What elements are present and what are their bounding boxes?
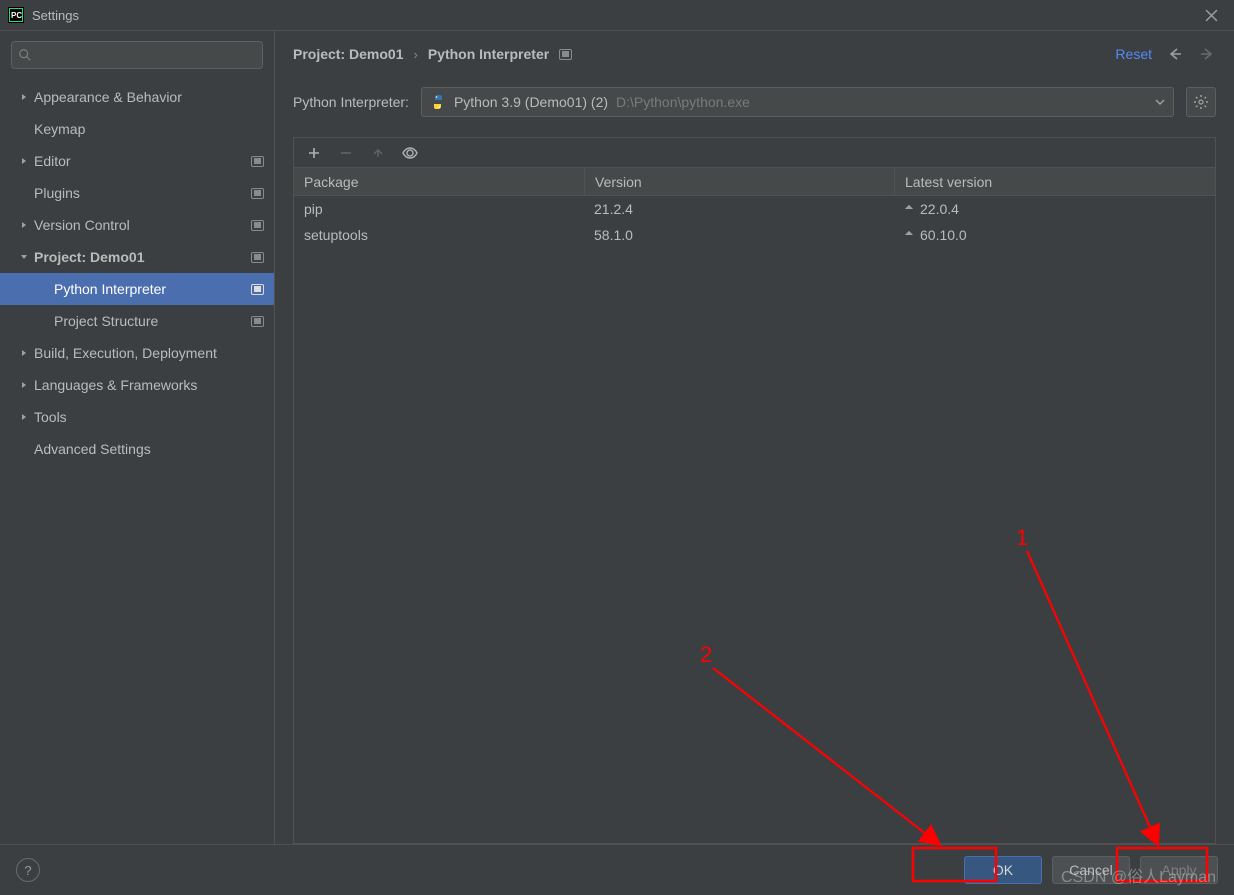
ok-button[interactable]: OK [964,856,1042,884]
sidebar-item-label: Keymap [34,121,264,137]
close-button[interactable] [1196,0,1226,30]
upgrade-package-button[interactable] [370,145,386,161]
nav-forward-button[interactable] [1198,45,1216,63]
reset-link[interactable]: Reset [1115,46,1152,62]
packages-panel: Package Version Latest version pip21.2.4… [293,137,1216,844]
breadcrumb-page: Python Interpreter [428,46,549,62]
interpreter-gear-button[interactable] [1186,87,1216,117]
sidebar-item-languages-frameworks[interactable]: Languages & Frameworks [0,369,274,401]
package-version: 58.1.0 [584,227,894,243]
package-row[interactable]: pip21.2.422.0.4 [294,196,1215,222]
package-name: setuptools [294,227,584,243]
remove-package-button[interactable] [338,145,354,161]
nav-back-button[interactable] [1166,45,1184,63]
gear-icon [1193,94,1209,110]
sidebar-item-appearance-behavior[interactable]: Appearance & Behavior [0,81,274,113]
sidebar-item-label: Python Interpreter [54,281,251,297]
chevron-right-icon: › [413,47,417,62]
sidebar-item-advanced-settings[interactable]: Advanced Settings [0,433,274,465]
apply-button[interactable]: Apply [1140,856,1218,884]
chevron-icon [18,91,30,103]
breadcrumb-project: Project: Demo01 [293,46,403,62]
help-button[interactable]: ? [16,858,40,882]
package-name: pip [294,201,584,217]
sidebar-item-build-execution-deployment[interactable]: Build, Execution, Deployment [0,337,274,369]
window-title: Settings [32,8,1196,23]
chevron-icon [18,411,30,423]
package-version: 21.2.4 [584,201,894,217]
sidebar-item-label: Project Structure [54,313,251,329]
sidebar-item-label: Project: Demo01 [34,249,251,265]
python-icon [430,94,446,110]
sidebar-item-project-structure[interactable]: Project Structure [0,305,274,337]
sidebar-item-version-control[interactable]: Version Control [0,209,274,241]
chevron-icon [18,251,30,263]
chevron-icon [18,347,30,359]
dialog-footer: ? OK Cancel Apply [0,845,1234,895]
chevron-icon [18,123,30,135]
sidebar-item-project-demo01[interactable]: Project: Demo01 [0,241,274,273]
upgrade-arrow-icon [904,204,914,214]
scope-badge-icon [251,284,264,295]
interpreter-label: Python Interpreter: [293,94,409,110]
sidebar-item-label: Version Control [34,217,251,233]
scope-badge-icon [251,316,264,327]
scope-badge-icon [251,156,264,167]
breadcrumb: Project: Demo01 › Python Interpreter [293,46,1115,62]
chevron-icon [18,155,30,167]
sidebar-item-label: Editor [34,153,251,169]
column-header-latest[interactable]: Latest version [894,168,1215,195]
scope-badge-icon [251,188,264,199]
scope-badge-icon [251,252,264,263]
sidebar-item-python-interpreter[interactable]: Python Interpreter [0,273,274,305]
search-icon [18,48,32,62]
sidebar-item-label: Tools [34,409,264,425]
package-latest: 60.10.0 [894,227,1215,243]
sidebar-item-tools[interactable]: Tools [0,401,274,433]
pycharm-app-icon: PC [8,7,24,23]
chevron-icon [18,379,30,391]
sidebar-item-label: Appearance & Behavior [34,89,264,105]
upgrade-arrow-icon [904,230,914,240]
add-package-button[interactable] [306,145,322,161]
column-header-package[interactable]: Package [294,168,584,195]
chevron-icon [18,443,30,455]
sidebar-item-label: Languages & Frameworks [34,377,264,393]
sidebar-item-label: Build, Execution, Deployment [34,345,264,361]
sidebar-item-label: Plugins [34,185,251,201]
settings-search-input[interactable] [11,41,263,69]
interpreter-select[interactable]: Python 3.9 (Demo01) (2) D:\Python\python… [421,87,1174,117]
column-header-version[interactable]: Version [584,168,894,195]
sidebar-item-label: Advanced Settings [34,441,264,457]
settings-sidebar: Appearance & Behavior Keymap Editor Plugins… [0,31,275,844]
svg-text:PC: PC [11,11,22,20]
show-early-releases-button[interactable] [402,145,418,161]
sidebar-item-editor[interactable]: Editor [0,145,274,177]
title-bar: PC Settings [0,0,1234,30]
interpreter-path: D:\Python\python.exe [616,94,750,110]
chevron-down-icon [1155,95,1165,110]
interpreter-name: Python 3.9 (Demo01) (2) [454,94,608,110]
sidebar-item-keymap[interactable]: Keymap [0,113,274,145]
package-latest: 22.0.4 [894,201,1215,217]
scope-badge-icon [251,220,264,231]
sidebar-item-plugins[interactable]: Plugins [0,177,274,209]
chevron-icon [18,219,30,231]
settings-tree: Appearance & Behavior Keymap Editor Plugins… [0,77,274,844]
cancel-button[interactable]: Cancel [1052,856,1130,884]
settings-content: Project: Demo01 › Python Interpreter Res… [275,31,1234,844]
package-row[interactable]: setuptools58.1.060.10.0 [294,222,1215,248]
chevron-icon [18,187,30,199]
scope-badge-icon [559,49,572,60]
search-field[interactable] [36,48,256,63]
